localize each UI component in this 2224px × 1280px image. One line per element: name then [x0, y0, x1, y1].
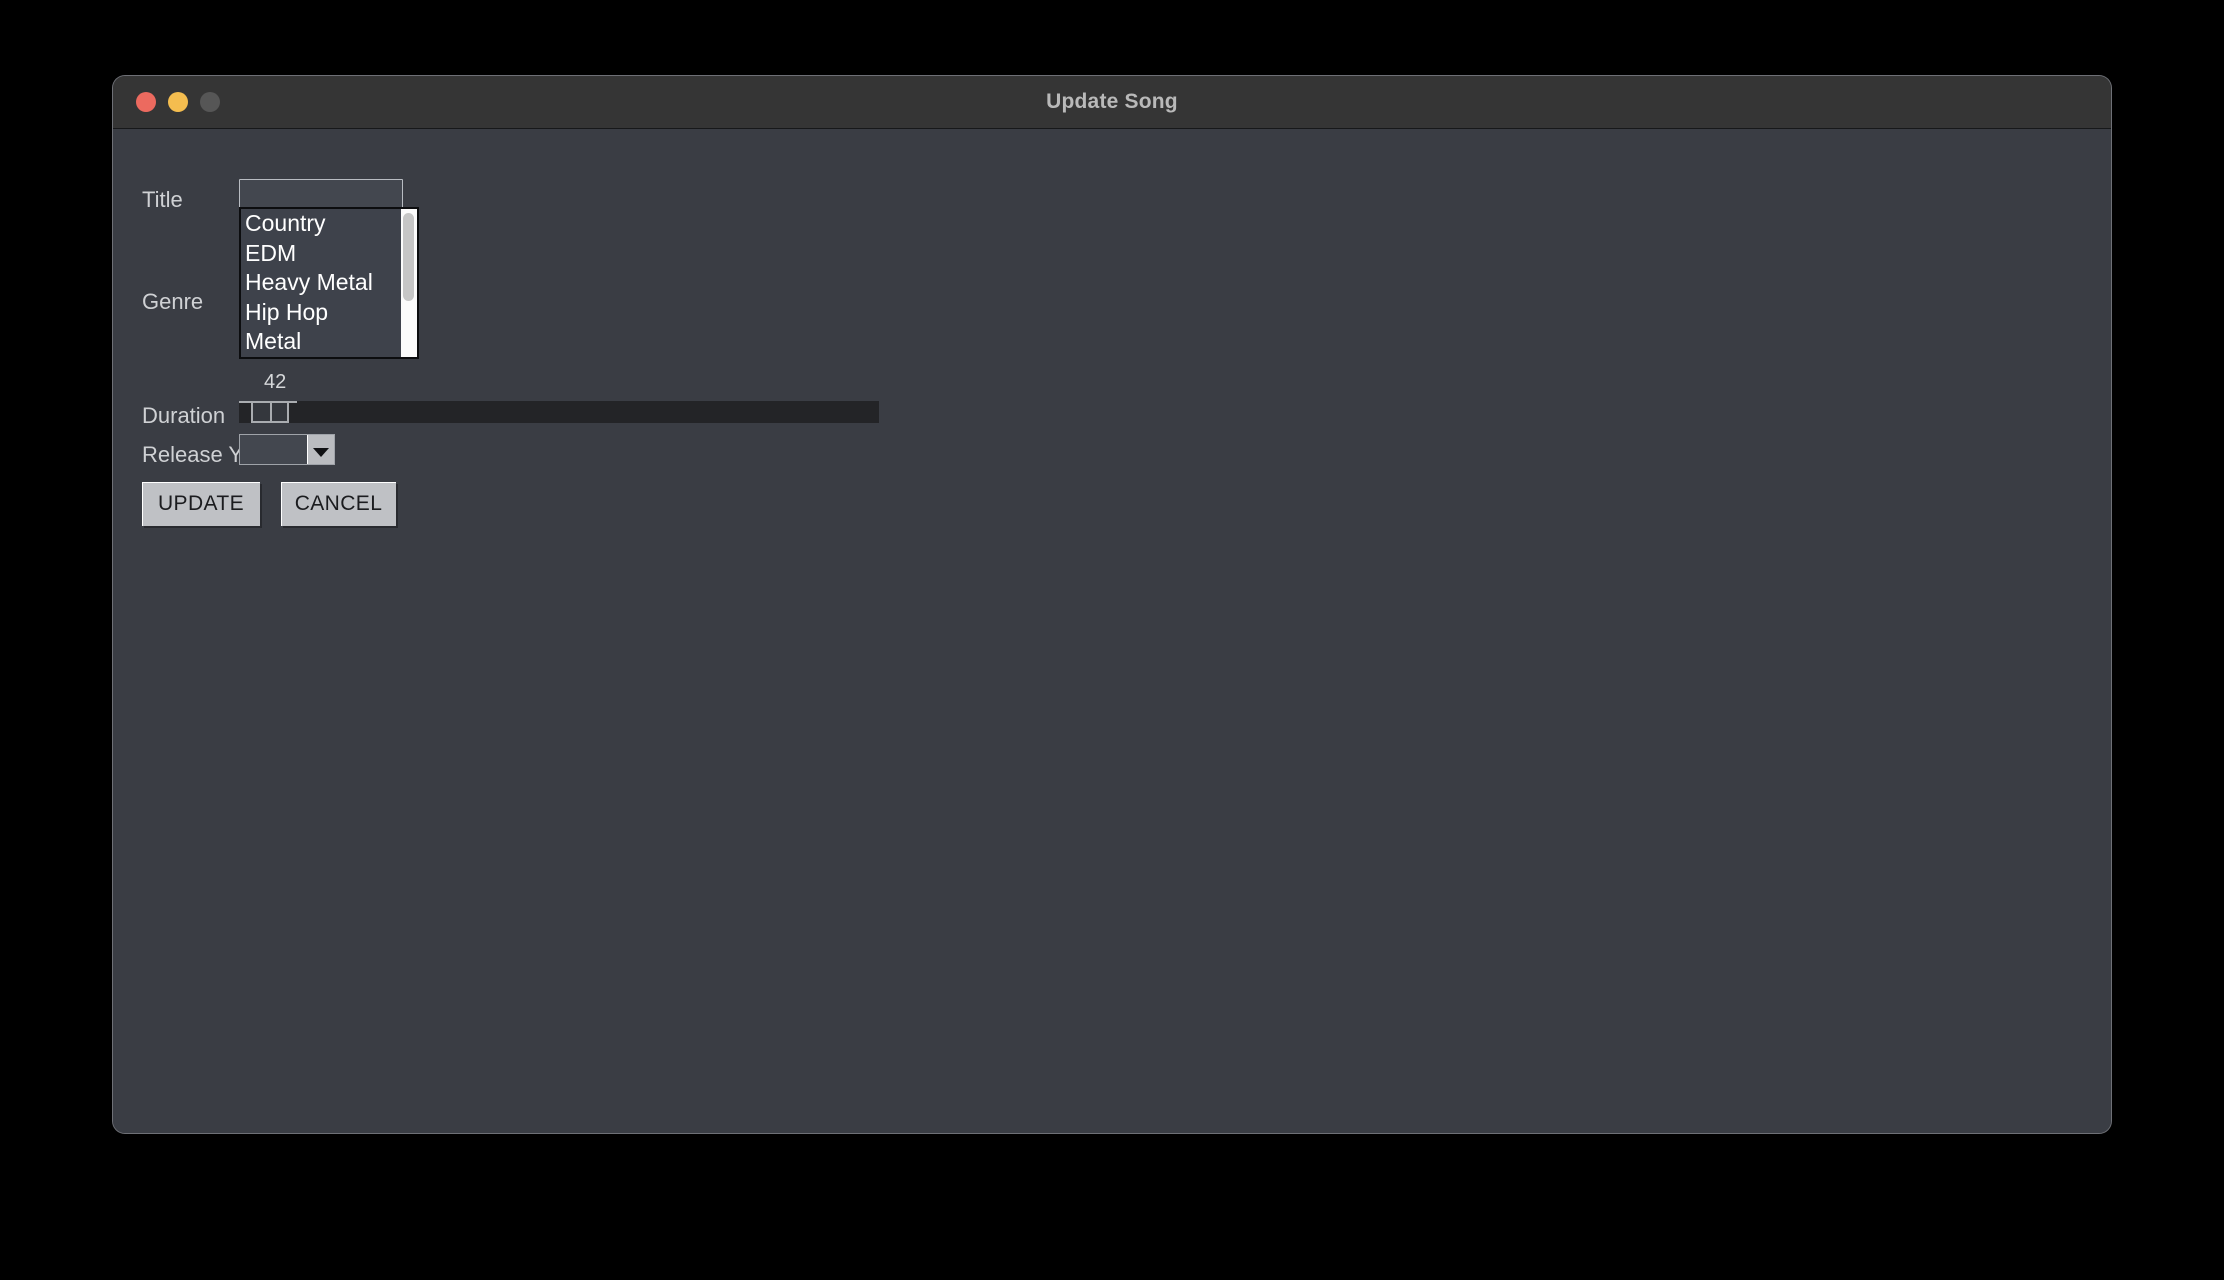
list-item[interactable]: Heavy Metal — [245, 268, 401, 298]
release-year-label: Release Year — [142, 442, 273, 467]
genre-listbox[interactable]: Country EDM Heavy Metal Hip Hop Metal — [239, 207, 419, 359]
genre-label: Genre — [142, 289, 204, 314]
caret-glyph — [313, 448, 329, 457]
release-year-dropdown[interactable] — [239, 434, 335, 465]
window-title: Update Song — [1046, 90, 1178, 113]
title-input[interactable] — [239, 179, 403, 209]
form-actions: UPDATE CANCEL — [142, 482, 396, 526]
release-year-value — [240, 435, 307, 464]
list-item[interactable]: Metal — [245, 327, 401, 357]
genre-option-list[interactable]: Country EDM Heavy Metal Hip Hop Metal — [239, 207, 401, 359]
update-button[interactable]: UPDATE — [142, 482, 260, 526]
update-song-window: Update Song Title Genre Country EDM Heav… — [113, 76, 2111, 1133]
chevron-down-icon[interactable] — [307, 435, 334, 464]
update-song-form: Title Genre Country EDM Heavy Metal Hip … — [113, 129, 2111, 1133]
duration-slider-track[interactable] — [239, 401, 879, 423]
genre-list-scrollbar[interactable] — [401, 207, 419, 359]
duration-slider[interactable]: 42 — [239, 371, 879, 427]
list-item[interactable]: EDM — [245, 239, 401, 269]
release-year-field-row: Release Year — [142, 434, 335, 466]
scrollbar-thumb[interactable] — [403, 213, 414, 301]
list-item[interactable]: Country — [245, 209, 401, 239]
window-titlebar[interactable]: Update Song — [113, 76, 2111, 129]
genre-field-row: Genre Country EDM Heavy Metal Hip Hop Me… — [142, 207, 419, 359]
duration-value-label: 42 — [264, 371, 287, 393]
duration-label: Duration — [142, 403, 226, 428]
cancel-button[interactable]: CANCEL — [281, 482, 396, 526]
duration-field-row: Duration 42 — [142, 371, 879, 427]
duration-slider-thumb[interactable] — [251, 401, 289, 423]
list-item[interactable]: Hip Hop — [245, 298, 401, 328]
desktop-background: Update Song Title Genre Country EDM Heav… — [0, 0, 2224, 1280]
